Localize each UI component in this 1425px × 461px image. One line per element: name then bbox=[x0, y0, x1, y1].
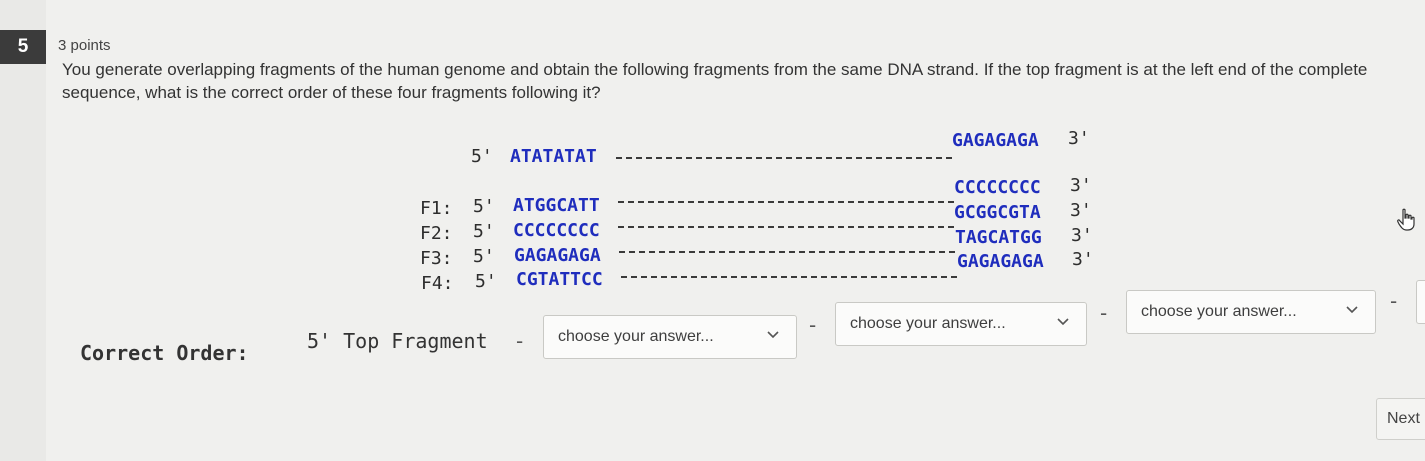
top-fragment-3prime: 3' bbox=[1068, 128, 1090, 149]
fragment-dash bbox=[619, 251, 955, 253]
top-fragment-dash bbox=[616, 157, 952, 159]
fragment-name: F4: bbox=[421, 273, 454, 294]
order-separator: - bbox=[1390, 289, 1398, 313]
fragment-3prime: 3' bbox=[1072, 249, 1094, 270]
fragment-left-seq: CGTATTCC bbox=[516, 269, 603, 290]
fragment-5prime: 5' bbox=[473, 246, 495, 267]
answer-select-1[interactable]: choose your answer... bbox=[543, 315, 797, 359]
top-fragment-right-seq: GAGAGAGA bbox=[952, 130, 1039, 151]
correct-order-label: Correct Order: bbox=[80, 341, 249, 365]
answer-select-2[interactable]: choose your answer... bbox=[835, 302, 1087, 346]
fragment-left-seq: GAGAGAGA bbox=[514, 245, 601, 266]
chevron-down-icon bbox=[767, 331, 779, 339]
fragment-dash bbox=[618, 201, 954, 203]
fragment-3prime: 3' bbox=[1070, 200, 1092, 221]
fragment-3prime: 3' bbox=[1070, 175, 1092, 196]
fragment-5prime: 5' bbox=[473, 221, 495, 242]
answer-select-2-value: choose your answer... bbox=[850, 315, 1006, 332]
fragment-name: F2: bbox=[420, 223, 453, 244]
question-points: 3 points bbox=[58, 37, 111, 54]
answer-select-1-value: choose your answer... bbox=[558, 328, 714, 345]
order-separator: - bbox=[516, 329, 524, 353]
fragment-dash bbox=[621, 276, 957, 278]
fragment-5prime: 5' bbox=[473, 196, 495, 217]
order-separator: - bbox=[809, 313, 817, 337]
hand-pointer-icon bbox=[1397, 208, 1415, 231]
fragment-right-seq: GCGGCGTA bbox=[954, 202, 1041, 223]
fragment-right-seq: CCCCCCCC bbox=[954, 177, 1041, 198]
question-prompt: You generate overlapping fragments of th… bbox=[62, 60, 1368, 102]
top-fragment-label: 5' Top Fragment bbox=[307, 329, 488, 353]
answer-select-4[interactable] bbox=[1416, 280, 1425, 324]
order-separator: - bbox=[1100, 301, 1108, 325]
fragment-right-seq: GAGAGAGA bbox=[957, 251, 1044, 272]
fragment-name: F3: bbox=[420, 248, 453, 269]
question-number: 5 bbox=[0, 30, 46, 64]
fragment-3prime: 3' bbox=[1071, 225, 1093, 246]
chevron-down-icon bbox=[1346, 306, 1358, 314]
chevron-down-icon bbox=[1057, 318, 1069, 326]
top-fragment-5prime: 5' bbox=[471, 146, 493, 167]
next-button[interactable]: Next bbox=[1376, 398, 1425, 440]
fragment-right-seq: TAGCATGG bbox=[955, 227, 1042, 248]
fragment-dash bbox=[618, 226, 954, 228]
answer-select-3[interactable]: choose your answer... bbox=[1126, 290, 1376, 334]
fragment-name: F1: bbox=[420, 198, 453, 219]
fragment-left-seq: ATGGCATT bbox=[513, 195, 600, 216]
fragment-5prime: 5' bbox=[475, 271, 497, 292]
fragment-left-seq: CCCCCCCC bbox=[513, 220, 600, 241]
answer-select-3-value: choose your answer... bbox=[1141, 303, 1297, 320]
top-fragment-left-seq: ATATATAT bbox=[510, 146, 597, 167]
